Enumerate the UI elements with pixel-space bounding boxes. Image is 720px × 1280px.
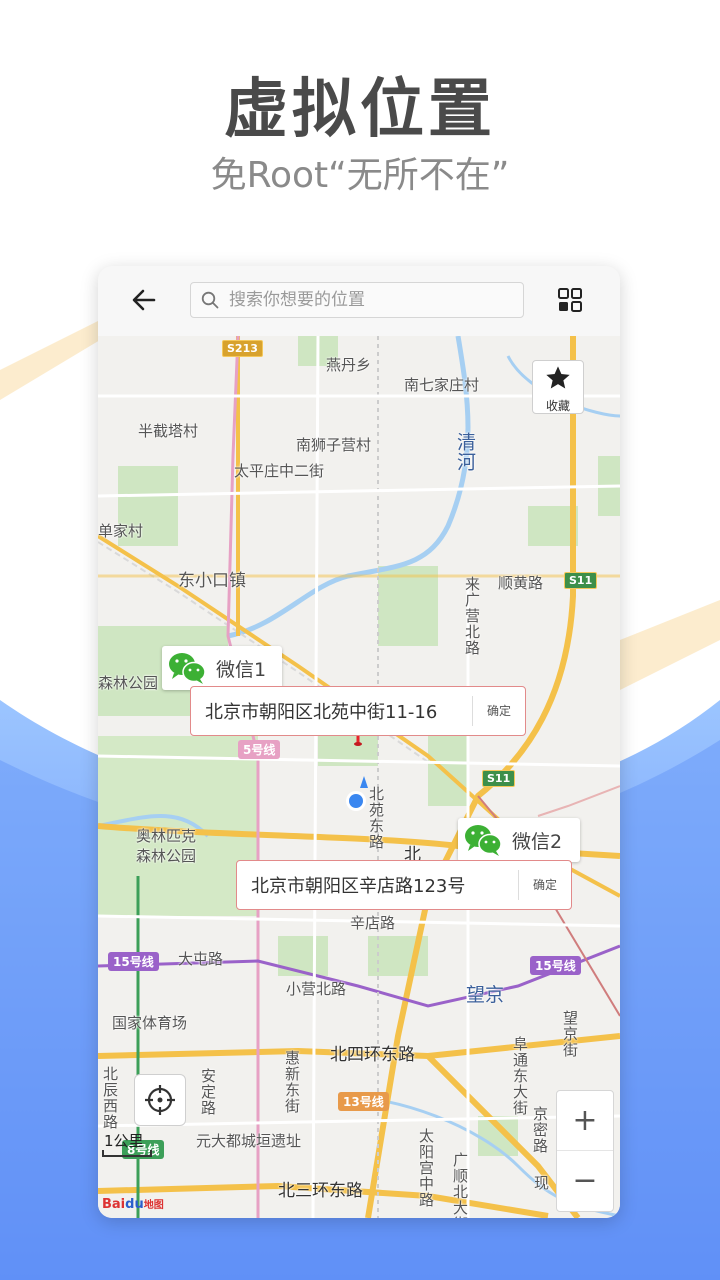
map-label-xiaoying: 小营北路 [286, 980, 347, 998]
metro-badge-line15-a: 15号线 [108, 952, 159, 971]
map-label-senlin: 森林公园 [98, 674, 159, 692]
map-label-beichen: 北辰西路 [101, 1066, 119, 1130]
map-label-guangshun: 广顺北大街 [451, 1152, 469, 1218]
highway-badge-s11-b: S11 [482, 770, 516, 787]
search-input[interactable] [227, 289, 511, 311]
favorite-button[interactable]: 收藏 [532, 360, 584, 414]
address-text-2: 北京市朝阳区辛店路123号 [251, 876, 466, 897]
top-bar [98, 266, 620, 336]
map-label-shanjia: 单家村 [98, 522, 144, 540]
map-label-nanqijia: 南七家庄村 [404, 376, 480, 394]
phone-screen: 燕丹乡 南七家庄村 半截塔村 南狮子营村 清河 太平庄中二街 单家村 东小口镇 … [98, 266, 620, 1218]
map-label-shunhuang: 顺黄路 [498, 574, 544, 592]
baidu-logo-du: du [125, 1197, 144, 1212]
map-label-anding: 安定路 [199, 1068, 217, 1116]
wechat-marker-2[interactable]: 微信2 [458, 818, 580, 862]
back-button[interactable] [128, 284, 160, 316]
baidu-logo-bai: Bai [102, 1197, 126, 1212]
confirm-button-2[interactable]: 确定 [517, 870, 571, 900]
address-box-1: 北京市朝阳区北苑中街11-16 确定 [190, 686, 526, 736]
highway-badge-s11-a: S11 [564, 572, 598, 589]
map-label-wangjingjie: 望京街 [561, 1010, 579, 1058]
map-label-beisanhuan: 北三环东路 [278, 1181, 363, 1201]
metro-badge-line15-b: 15号线 [530, 956, 581, 975]
map-label-huixin: 惠新东街 [283, 1050, 301, 1114]
map-label-xindian: 辛店路 [350, 914, 396, 932]
search-bar[interactable] [190, 282, 524, 318]
wechat-marker-1-name: 微信1 [216, 658, 267, 681]
search-icon [201, 291, 219, 309]
metro-badge-line13: 13号线 [338, 1092, 389, 1111]
map-label-bandaita: 半截塔村 [138, 422, 199, 440]
favorite-label: 收藏 [545, 399, 570, 413]
wechat-marker-1[interactable]: 微信1 [162, 646, 282, 690]
map-label-beisihuan: 北四环东路 [330, 1045, 415, 1065]
map-label-beiyuan: 北苑东路 [367, 786, 385, 850]
zoom-out-button[interactable]: − [557, 1151, 613, 1210]
zoom-in-button[interactable]: + [557, 1091, 613, 1151]
grid-menu-button[interactable] [556, 286, 584, 314]
map-label-laiguangying: 来广营北路 [463, 576, 481, 656]
map-label-yandan: 燕丹乡 [326, 356, 372, 374]
crosshair-icon [145, 1085, 175, 1115]
map-label-nanshizi: 南狮子营村 [296, 436, 372, 454]
map-label-olympic: 奥林匹克森林公园 [136, 827, 197, 865]
map-label-guojia: 国家体育场 [112, 1014, 188, 1032]
grid-icon [558, 288, 582, 312]
promo-subtitle: 免Root“无所不在” [210, 155, 510, 196]
map-label-qinghe: 清河 [454, 432, 476, 472]
highway-badge-s213: S213 [222, 340, 263, 357]
locate-button[interactable] [134, 1074, 186, 1126]
metro-badge-line5: 5号线 [238, 740, 281, 759]
promo-title: 虚拟位置 [224, 73, 496, 147]
map-scale-label: 1公里 [104, 1132, 144, 1150]
map-scale-bar [102, 1150, 152, 1157]
map-label-yuandadu: 元大都城垣遗址 [196, 1132, 302, 1150]
map-label-xian: 现 [534, 1174, 550, 1192]
map-label-jingmi: 京密路 [531, 1106, 549, 1154]
zoom-controls: + − [556, 1090, 614, 1212]
address-box-2: 北京市朝阳区辛店路123号 确定 [236, 860, 572, 910]
star-icon [546, 366, 570, 389]
map-label-taiyanggong: 太阳宫中路 [417, 1128, 435, 1208]
baidu-logo-map: 地图 [143, 1200, 164, 1211]
baidu-map-logo: Baidu地图 [102, 1196, 164, 1212]
map-label-dadun: 大屯路 [178, 950, 224, 968]
confirm-button-1[interactable]: 确定 [471, 696, 525, 726]
map-label-wangjing: 望京 [466, 984, 505, 1006]
wechat-marker-2-name: 微信2 [512, 830, 563, 853]
map-label-dongxiaokou: 东小口镇 [178, 571, 246, 591]
back-arrow-icon [132, 289, 156, 311]
map-label-fushi: 阜通东大街 [511, 1036, 529, 1116]
address-text-1: 北京市朝阳区北苑中街11-16 [205, 702, 438, 723]
map-label-taipingzhuang: 太平庄中二街 [234, 462, 325, 480]
wechat-icon [465, 825, 502, 856]
wechat-icon [169, 653, 206, 684]
